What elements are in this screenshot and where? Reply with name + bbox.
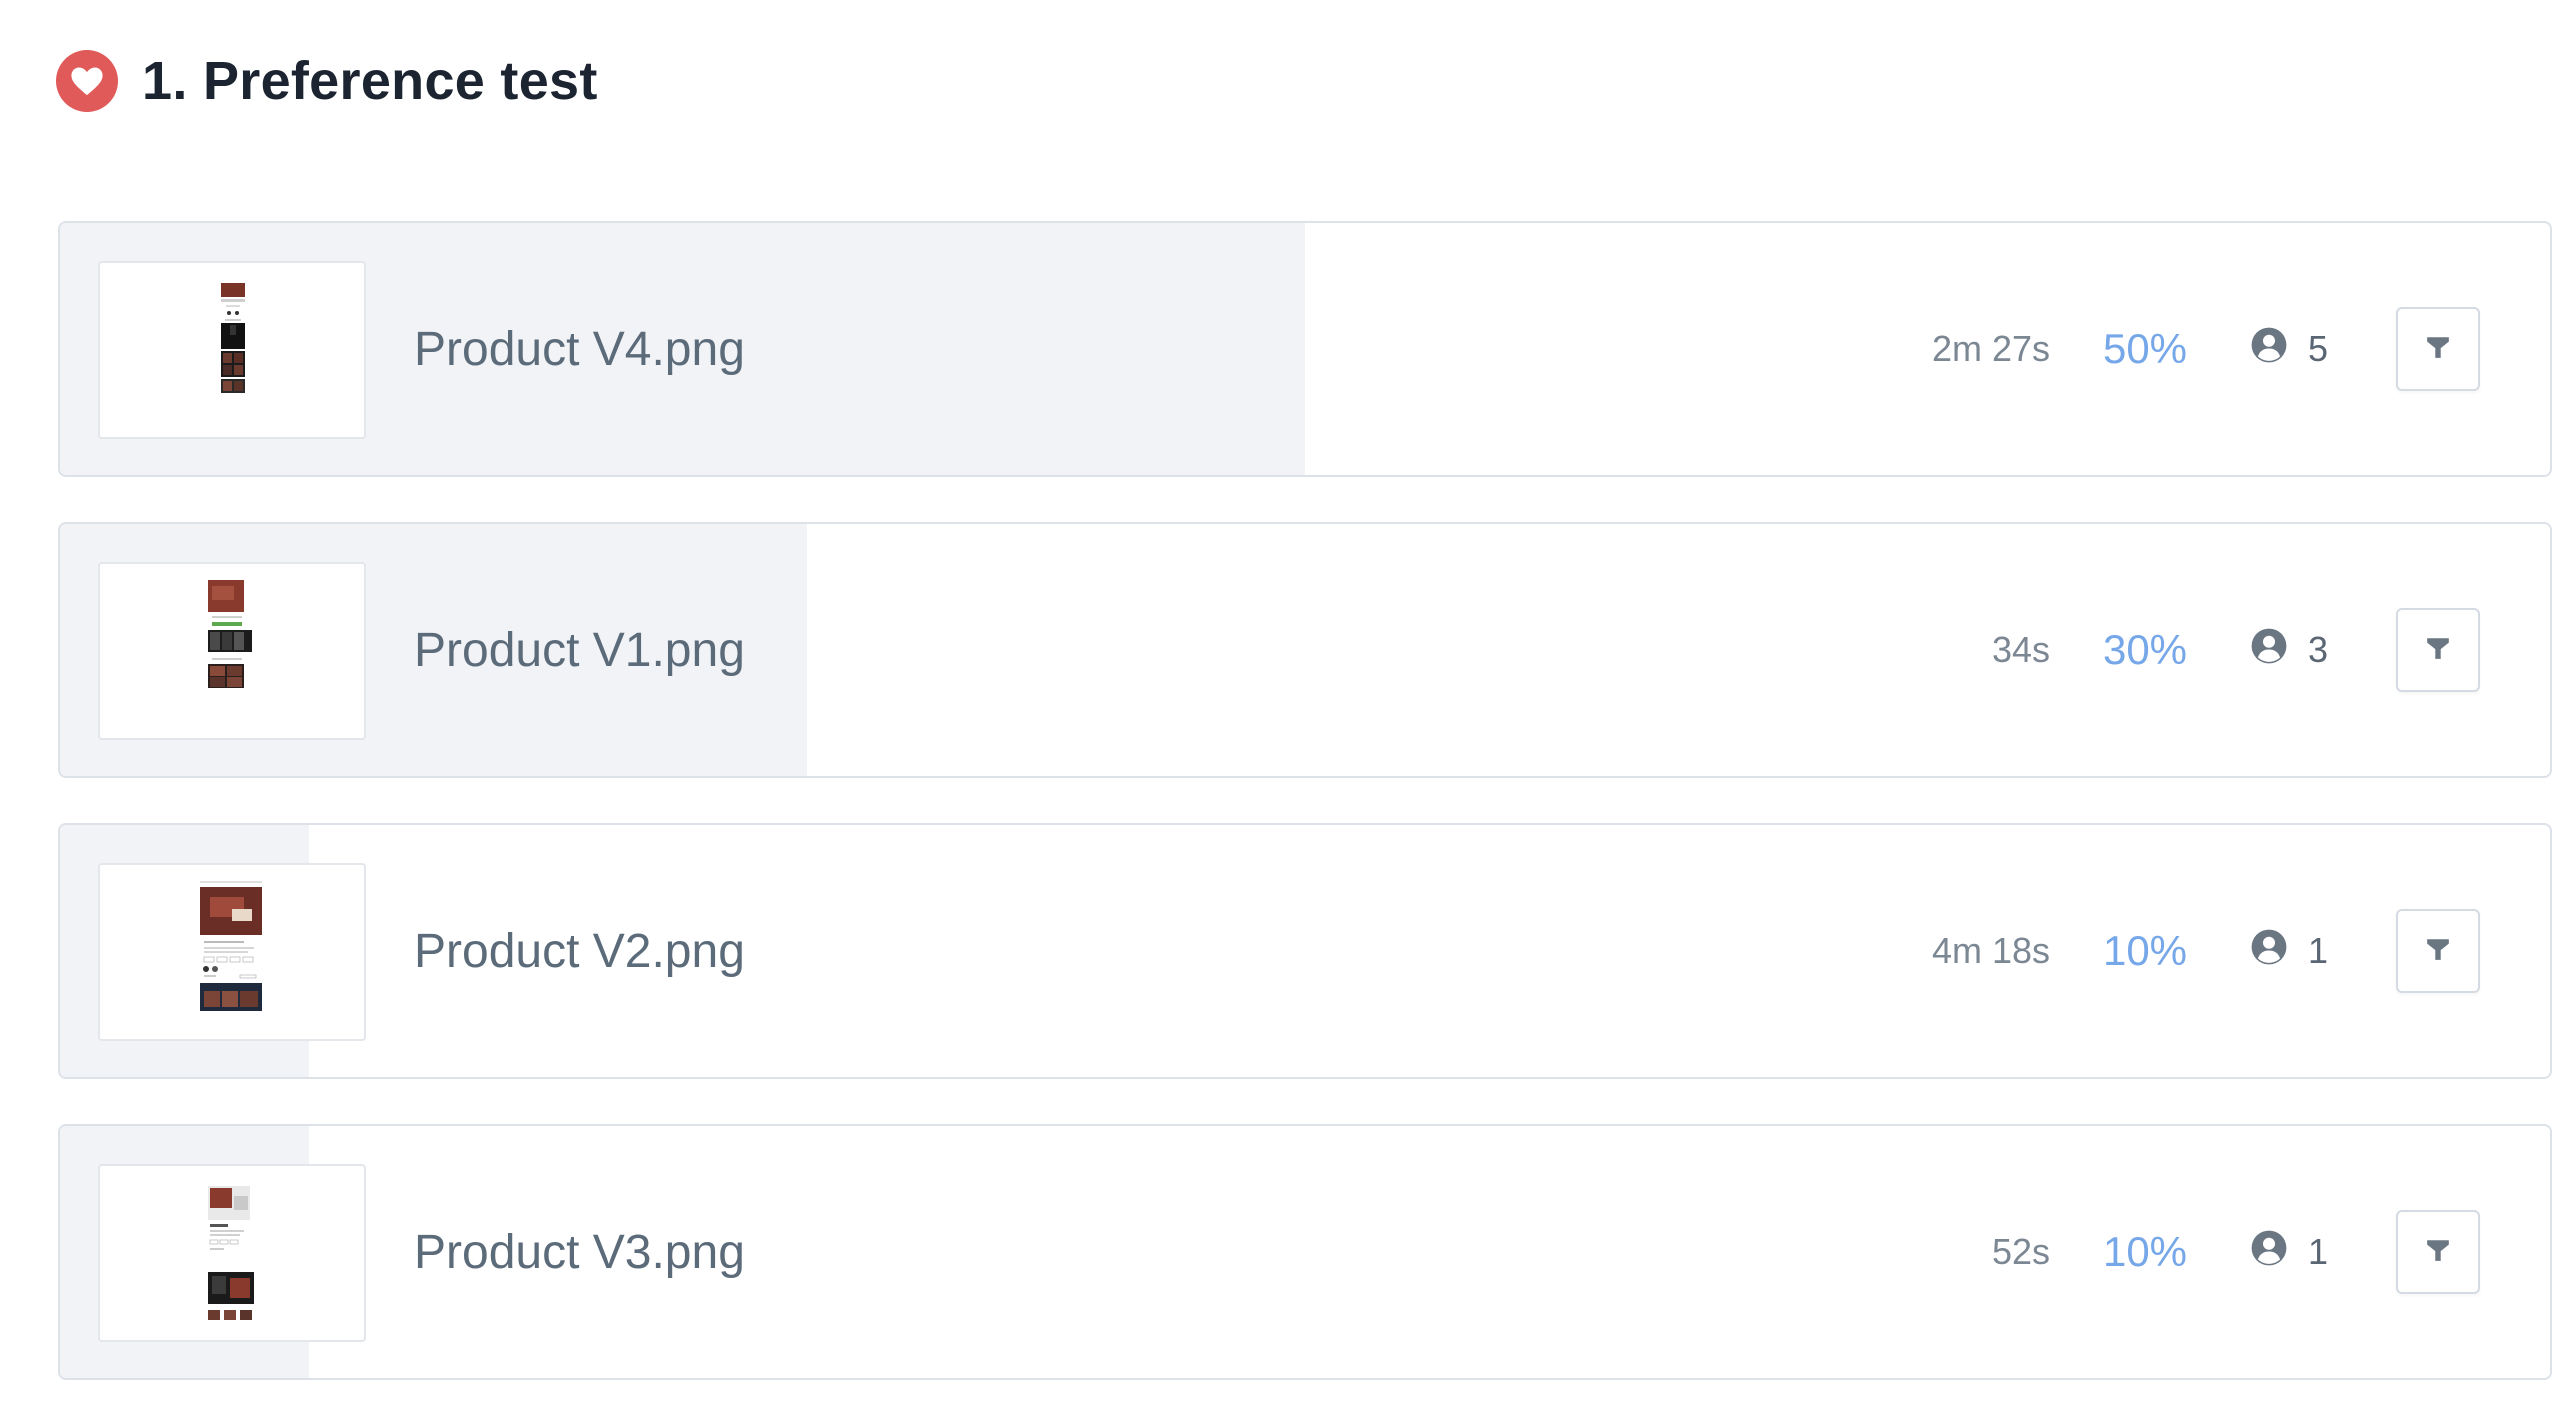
result-row: Product V3.png 52s 10% 1 bbox=[58, 1124, 2552, 1380]
average-time: 52s bbox=[1991, 1231, 2050, 1272]
average-time: 34s bbox=[1991, 629, 2050, 670]
design-file-name: Product V3.png bbox=[414, 1225, 745, 1279]
preference-percent: 10% bbox=[2102, 927, 2188, 974]
participant-count-value: 1 bbox=[2308, 930, 2329, 971]
average-time: 4m 18s bbox=[1931, 930, 2050, 971]
result-row: Product V2.png 4m 18s 10% 1 bbox=[58, 823, 2552, 1079]
design-thumbnail[interactable] bbox=[98, 562, 366, 740]
participant-count[interactable]: 1 bbox=[2250, 825, 2328, 1077]
participant-count-value: 3 bbox=[2308, 629, 2329, 670]
user-circle-icon bbox=[2250, 1229, 2288, 1276]
preference-percent: 50% bbox=[2102, 325, 2188, 372]
design-file-name: Product V1.png bbox=[414, 623, 745, 677]
filter-button[interactable] bbox=[2396, 307, 2480, 391]
user-circle-icon bbox=[2250, 326, 2288, 373]
filter-icon bbox=[2425, 936, 2451, 967]
preference-percent: 10% bbox=[2102, 1228, 2188, 1275]
filter-icon bbox=[2425, 635, 2451, 666]
participant-count[interactable]: 5 bbox=[2250, 223, 2328, 475]
heart-icon bbox=[56, 50, 118, 112]
design-thumbnail[interactable] bbox=[98, 863, 366, 1041]
section-header: 1. Preference test bbox=[56, 50, 598, 112]
participant-count[interactable]: 3 bbox=[2250, 524, 2328, 776]
filter-button[interactable] bbox=[2396, 1210, 2480, 1294]
participant-count-value: 5 bbox=[2308, 328, 2329, 369]
design-file-name: Product V4.png bbox=[414, 322, 745, 376]
user-circle-icon bbox=[2250, 928, 2288, 975]
filter-icon bbox=[2425, 334, 2451, 365]
design-file-name: Product V2.png bbox=[414, 924, 745, 978]
filter-button[interactable] bbox=[2396, 909, 2480, 993]
participant-count[interactable]: 1 bbox=[2250, 1126, 2328, 1378]
filter-icon bbox=[2425, 1237, 2451, 1268]
result-row: Product V4.png 2m 27s 50% 5 bbox=[58, 221, 2552, 477]
user-circle-icon bbox=[2250, 627, 2288, 674]
participant-count-value: 1 bbox=[2308, 1231, 2329, 1272]
filter-button[interactable] bbox=[2396, 608, 2480, 692]
design-thumbnail[interactable] bbox=[98, 261, 366, 439]
average-time: 2m 27s bbox=[1931, 328, 2050, 369]
result-row: Product V1.png 34s 30% 3 bbox=[58, 522, 2552, 778]
preference-percent: 30% bbox=[2102, 626, 2188, 673]
section-title: 1. Preference test bbox=[142, 51, 598, 111]
preference-test-results: 1. Preference test Product V4.png 2m 27s… bbox=[0, 0, 2576, 1403]
design-thumbnail[interactable] bbox=[98, 1164, 366, 1342]
